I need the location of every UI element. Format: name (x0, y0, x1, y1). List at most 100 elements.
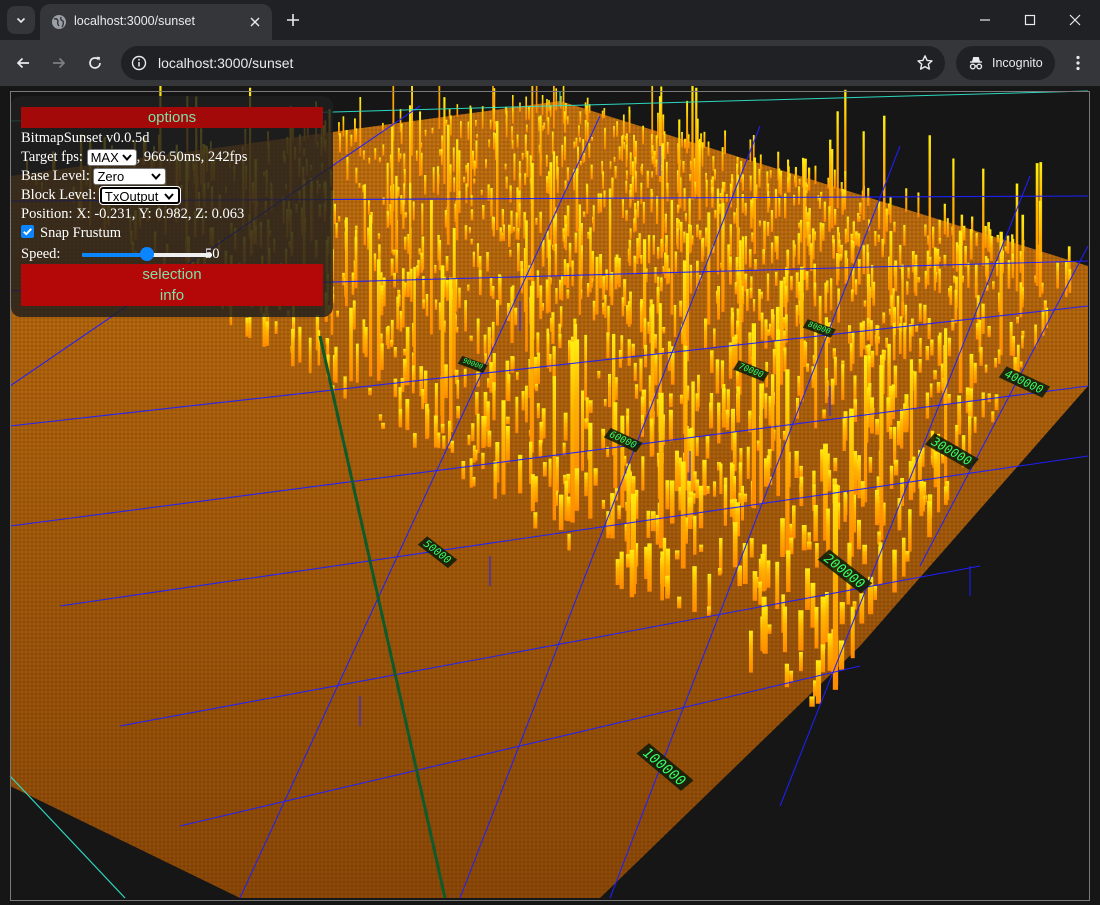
close-window-icon[interactable] (1053, 6, 1097, 34)
data-bar (699, 230, 702, 240)
minimize-icon[interactable] (963, 6, 1007, 34)
data-bar (505, 426, 510, 463)
data-bar (675, 450, 680, 492)
data-bar (641, 163, 644, 175)
data-bar (570, 341, 575, 523)
data-bar (872, 281, 876, 306)
data-bar (850, 606, 855, 659)
data-bar (515, 212, 518, 240)
data-bar (458, 191, 461, 214)
data-bar (412, 201, 415, 221)
data-bar (561, 144, 564, 168)
data-bar (936, 382, 941, 393)
data-bar (695, 437, 699, 457)
data-bar (491, 321, 495, 348)
data-bar (913, 371, 917, 409)
data-bar (480, 189, 483, 196)
snap-frustum-checkbox[interactable] (21, 225, 34, 238)
data-bar (551, 312, 555, 344)
data-bar (776, 236, 779, 260)
data-bar (354, 236, 358, 289)
data-bar (563, 412, 568, 441)
data-bar (859, 593, 865, 624)
data-bar (679, 221, 683, 253)
data-bar (397, 186, 400, 197)
data-bar (810, 243, 813, 272)
data-bar (892, 426, 897, 465)
data-bar (629, 190, 632, 208)
data-bar (445, 256, 449, 271)
info-header[interactable]: info (21, 285, 323, 306)
data-bar (625, 144, 628, 168)
data-bar (846, 216, 849, 243)
more-vert-icon[interactable] (1064, 49, 1092, 77)
data-bar (444, 364, 448, 399)
data-bar (473, 160, 476, 177)
data-bar (947, 337, 952, 357)
incognito-icon (969, 57, 983, 70)
speed-slider-thumb[interactable] (140, 247, 154, 261)
block-level-select[interactable]: TxOutput (98, 186, 181, 205)
back-arrow-icon[interactable] (9, 49, 37, 77)
data-bar (789, 670, 794, 682)
address-bar[interactable]: localhost:3000/sunset (121, 46, 945, 80)
data-bar (715, 359, 720, 394)
data-bar (768, 395, 772, 426)
data-bar (351, 272, 355, 295)
tab-sunset[interactable]: localhost:3000/sunset (40, 4, 272, 40)
data-bar (621, 199, 625, 218)
data-bar (801, 525, 807, 551)
data-bar (456, 406, 460, 419)
data-bar (610, 493, 615, 539)
new-tab-plus-icon[interactable] (282, 9, 304, 31)
data-bar (758, 220, 761, 227)
data-bar (915, 325, 919, 333)
data-bar (973, 416, 977, 433)
bookmark-star-icon[interactable] (915, 53, 935, 73)
data-bar (657, 112, 659, 138)
data-bar (824, 368, 828, 404)
data-bar (805, 271, 809, 291)
data-bar (588, 422, 593, 519)
data-bar (475, 392, 479, 415)
data-bar (518, 454, 523, 494)
maximize-icon[interactable] (1008, 6, 1052, 34)
data-bar (450, 440, 455, 453)
data-bar (380, 285, 384, 316)
base-level-select[interactable]: Zero (93, 168, 167, 185)
reload-icon[interactable] (81, 49, 109, 77)
base-level-value: Zero (97, 169, 125, 184)
data-bar (579, 160, 582, 166)
selection-header[interactable]: selection (21, 264, 323, 285)
data-bar (879, 364, 884, 540)
data-bar (539, 285, 543, 320)
site-info-icon[interactable] (129, 53, 149, 73)
speed-slider[interactable] (82, 247, 212, 261)
tab-search-button[interactable] (7, 6, 35, 34)
data-bar (588, 104, 591, 114)
data-bar (588, 143, 591, 158)
data-bar (403, 153, 406, 171)
data-bar (386, 162, 389, 218)
options-header[interactable]: options (21, 107, 323, 128)
data-bar (505, 416, 510, 425)
data-bar (511, 126, 513, 142)
data-bar (486, 252, 489, 272)
data-bar (859, 202, 862, 215)
data-bar (813, 282, 817, 307)
url-text[interactable]: localhost:3000/sunset (158, 55, 293, 71)
data-bar (449, 115, 452, 136)
data-bar (627, 339, 631, 366)
data-bar (833, 169, 836, 189)
incognito-profile-button[interactable]: Incognito (956, 46, 1055, 80)
close-tab-icon[interactable] (246, 13, 264, 31)
data-bar (712, 156, 715, 171)
forward-arrow-icon[interactable] (45, 49, 73, 77)
data-bar (660, 238, 663, 258)
target-fps-select[interactable]: MAX (86, 149, 137, 166)
data-bar (493, 461, 497, 499)
data-bar (618, 350, 623, 368)
data-bar (558, 334, 562, 349)
data-bar (633, 362, 637, 381)
data-bar (746, 288, 749, 311)
